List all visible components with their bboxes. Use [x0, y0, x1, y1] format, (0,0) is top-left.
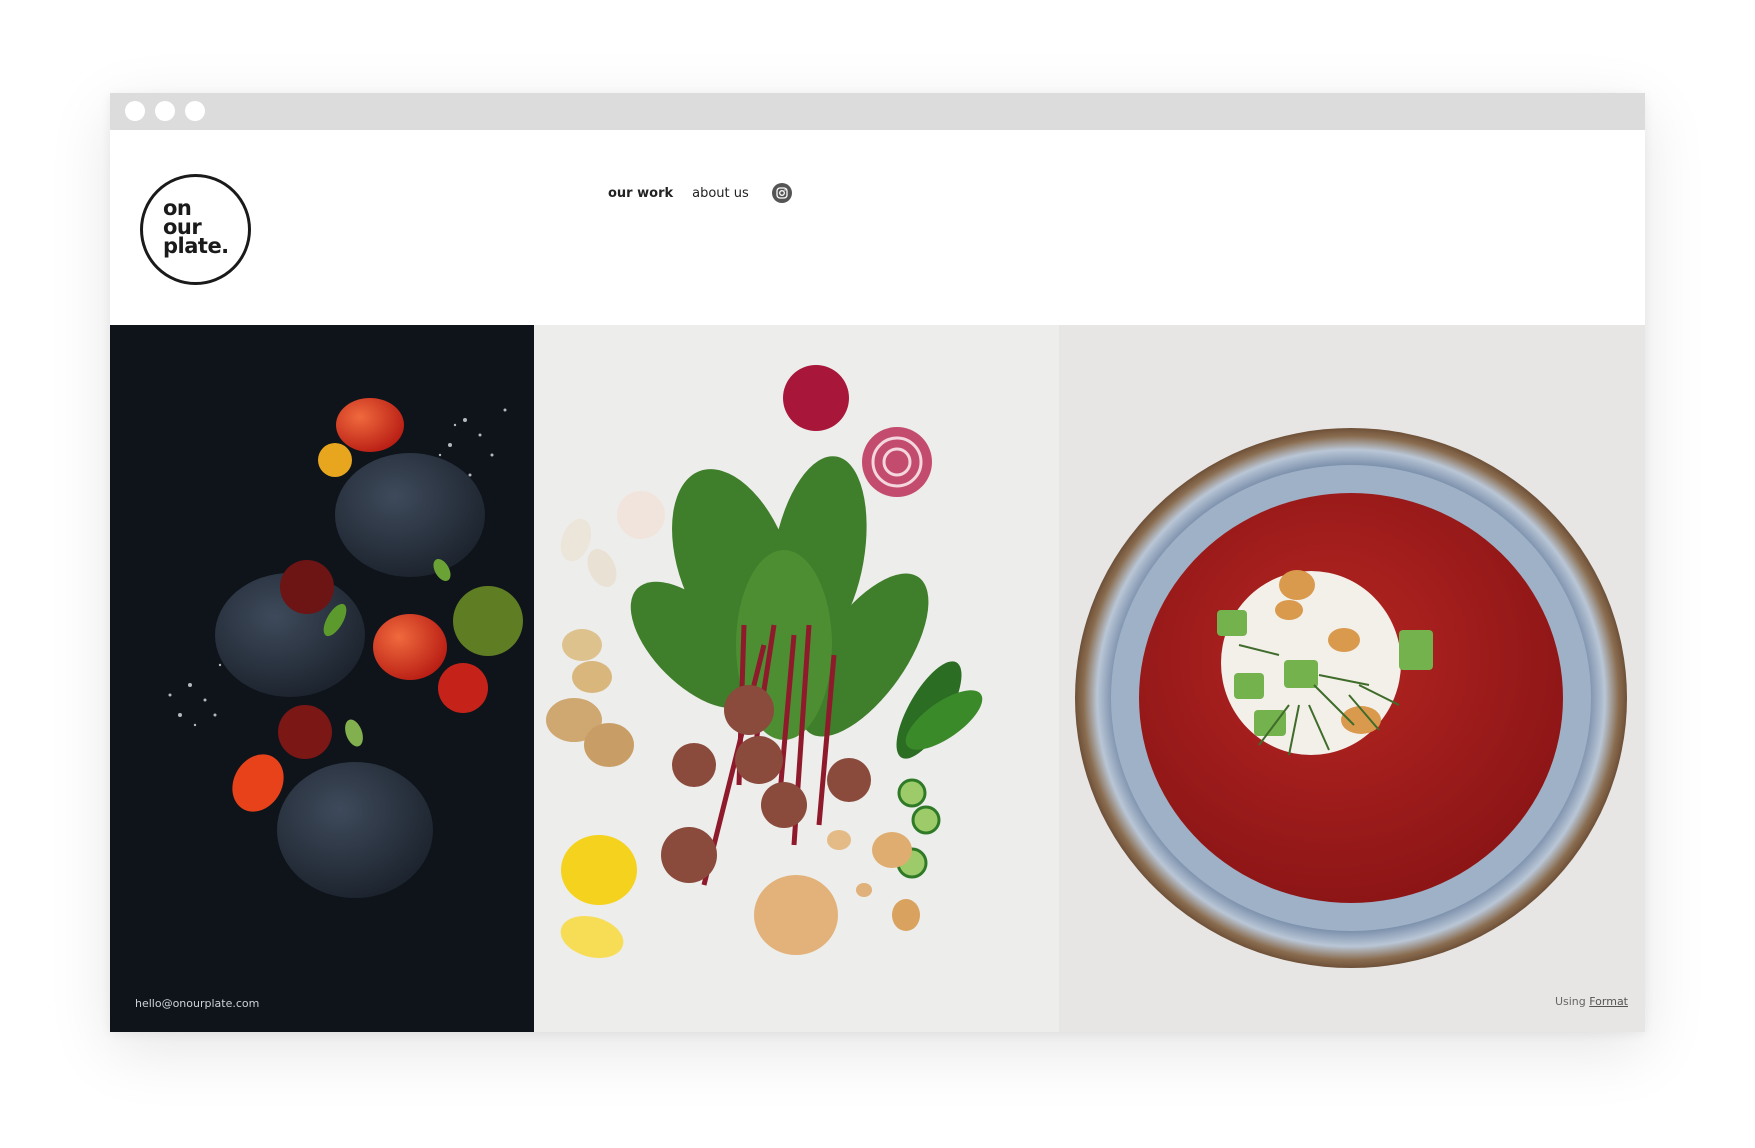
gallery-image-soup[interactable]: Using Format [1059, 325, 1645, 1032]
format-credit: Using Format [1555, 995, 1628, 1008]
gallery-image-beetroot[interactable] [534, 325, 1059, 1032]
window-dot-minimize[interactable] [155, 101, 175, 121]
contact-email-link[interactable]: hello@onourplate.com [135, 997, 259, 1010]
instagram-icon[interactable] [771, 183, 792, 203]
window-dot-maximize[interactable] [185, 101, 205, 121]
site-header: on our plate. our work about us [110, 130, 1645, 325]
browser-chrome-bar [110, 93, 1645, 130]
credit-prefix: Using [1554, 995, 1586, 1008]
logo-text: on our plate. [163, 196, 229, 258]
gallery-image-stones[interactable]: hello@onourplate.com [110, 325, 534, 1032]
site-logo[interactable]: on our plate. [140, 174, 251, 285]
browser-window: on our plate. our work about us hello@on… [110, 93, 1645, 1032]
main-nav: our work about us [608, 183, 792, 203]
window-dot-close[interactable] [125, 101, 145, 121]
nav-our-work[interactable]: our work [608, 186, 673, 201]
nav-about-us[interactable]: about us [692, 186, 749, 201]
image-gallery: hello@onourplate.com Using Format [110, 325, 1645, 1032]
format-link[interactable]: Format [1589, 995, 1628, 1008]
